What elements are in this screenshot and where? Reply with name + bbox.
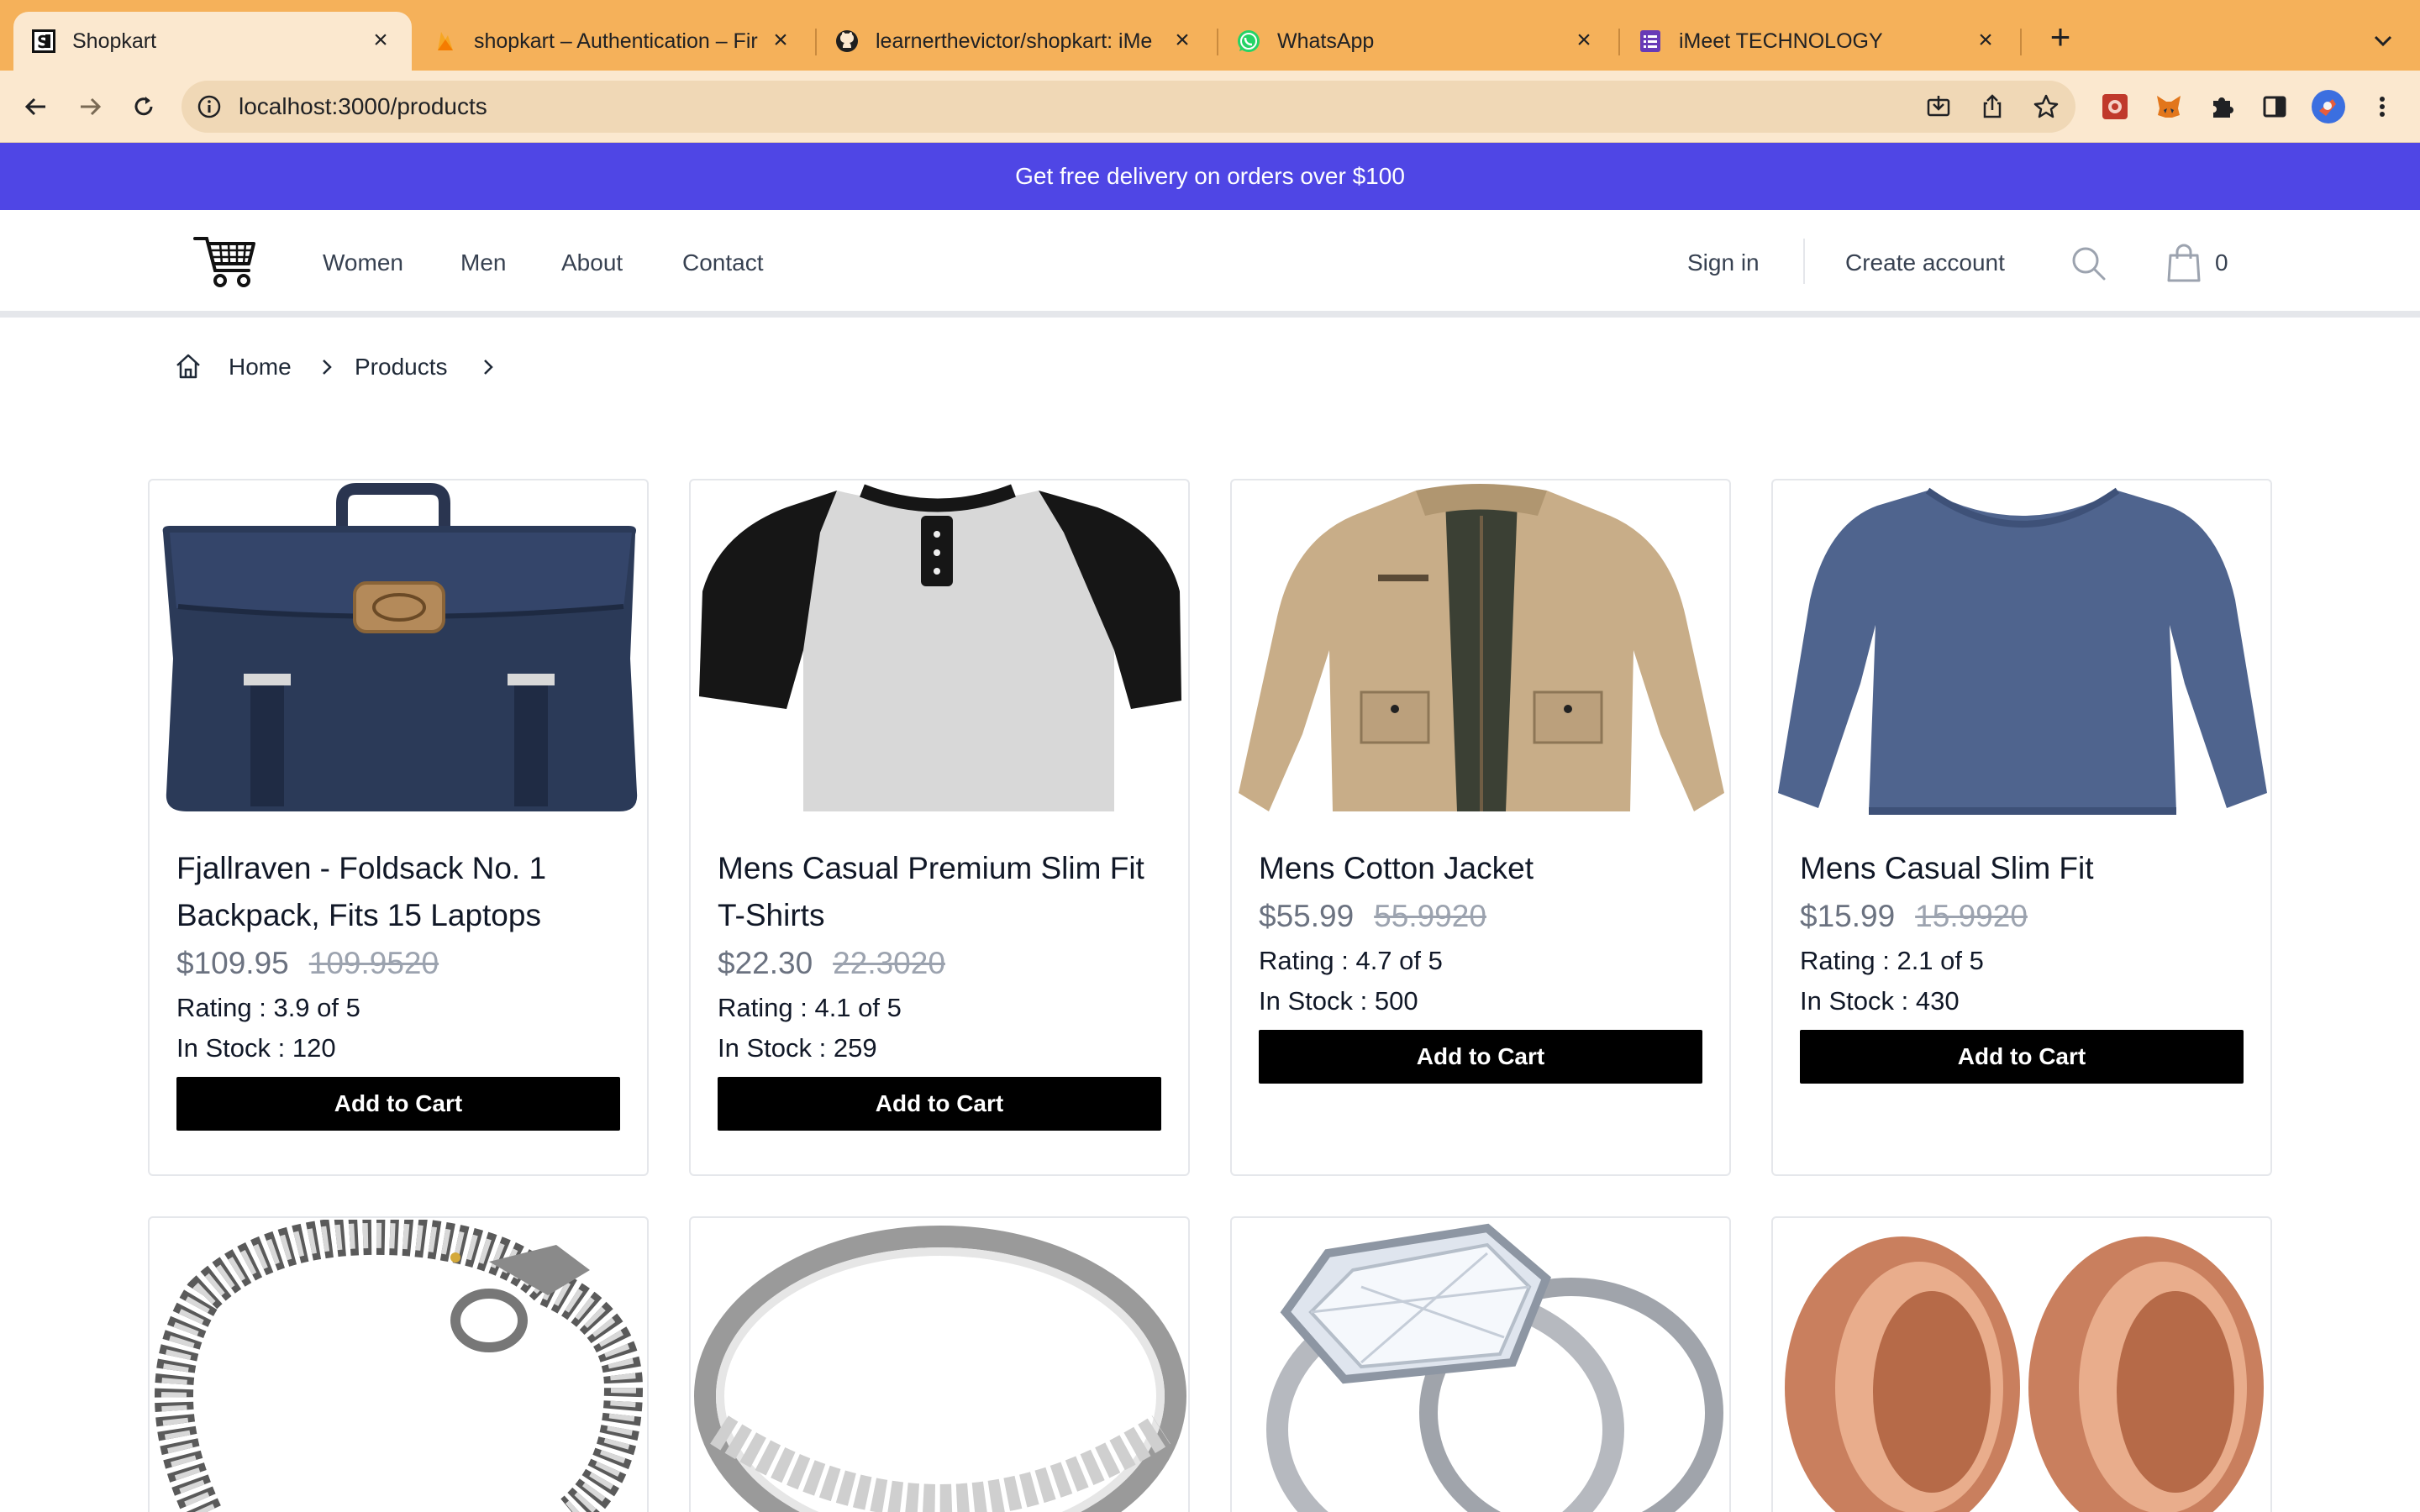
side-panel-icon[interactable] [2257, 89, 2292, 124]
product-card[interactable] [689, 1216, 1190, 1512]
install-icon[interactable] [1923, 91, 1954, 123]
product-stock: In Stock : 259 [718, 1033, 877, 1063]
product-old-price: 109.9520 [308, 946, 439, 980]
arrow-left-icon [24, 97, 45, 116]
tab-title: shopkart – Authentication – Fir [474, 29, 758, 53]
sign-in-link[interactable]: Sign in [1687, 249, 1760, 277]
chevron-right-icon [314, 354, 339, 380]
close-icon[interactable]: × [1973, 28, 1998, 54]
close-icon[interactable]: × [1571, 28, 1597, 54]
product-name[interactable]: Mens Casual Premium Slim Fit T-Shirts [718, 845, 1171, 939]
product-card[interactable] [1771, 1216, 2272, 1512]
product-rating: Rating : 2.1 of 5 [1800, 946, 1984, 975]
home-icon[interactable] [173, 351, 203, 381]
nav-men[interactable]: Men [460, 249, 506, 277]
nav-contact[interactable]: Contact [682, 249, 764, 277]
product-rating: Rating : 3.9 of 5 [176, 993, 360, 1022]
more-menu-icon[interactable] [2365, 89, 2400, 124]
forward-button[interactable] [71, 87, 109, 126]
tab-title: WhatsApp [1277, 29, 1375, 53]
search-icon[interactable] [2069, 244, 2107, 282]
tab-title: iMeet TECHNOLOGY [1679, 29, 1883, 53]
reload-button[interactable] [124, 87, 163, 126]
product-card[interactable] [1230, 1216, 1731, 1512]
form-icon [1637, 28, 1664, 55]
firebase-icon [432, 28, 459, 55]
beige-jacket-image[interactable] [1235, 482, 1728, 815]
product-name[interactable]: Fjallraven - Foldsack No. 1 Backpack, Fi… [176, 845, 630, 939]
raglan-tshirt-image[interactable] [694, 482, 1186, 815]
metamask-fox-icon[interactable] [2151, 89, 2186, 124]
tab-title: Shopkart [72, 29, 157, 53]
tab-firebase[interactable]: shopkart – Authentication – Fir × [415, 12, 812, 71]
arrow-right-icon [81, 97, 102, 116]
shopkart-favicon-icon: S [30, 28, 57, 55]
silver-ring-image[interactable] [694, 1220, 1186, 1512]
product-old-price: 22.3020 [833, 946, 945, 980]
product-name[interactable]: Mens Cotton Jacket [1259, 845, 1712, 892]
product-card[interactable]: Mens Casual Premium Slim Fit T-Shirts $2… [689, 479, 1190, 1176]
reload-icon [134, 97, 153, 116]
chevron-down-icon[interactable] [2368, 25, 2398, 55]
close-icon[interactable]: × [768, 28, 793, 54]
new-tab-button[interactable]: + [2044, 19, 2077, 55]
product-card[interactable]: Fjallraven - Foldsack No. 1 Backpack, Fi… [148, 479, 649, 1176]
profile-avatar[interactable] [2311, 89, 2346, 124]
puzzle-icon[interactable] [2205, 89, 2240, 124]
close-icon[interactable]: × [1170, 28, 1195, 54]
close-icon[interactable]: × [368, 28, 393, 54]
tab-shopkart[interactable]: S Shopkart × [13, 12, 412, 71]
navy-backpack-image[interactable] [153, 482, 645, 815]
product-price: $109.95 [176, 946, 289, 980]
dragon-bracelet-image[interactable] [153, 1220, 645, 1512]
cart-logo-icon[interactable] [192, 232, 259, 289]
nav-women[interactable]: Women [323, 249, 403, 277]
back-button[interactable] [17, 87, 55, 126]
product-name[interactable]: Mens Casual Slim Fit [1800, 845, 2254, 892]
extension-red-icon[interactable] [2097, 89, 2133, 124]
github-icon [834, 28, 860, 55]
bookmark-star-icon[interactable] [2030, 91, 2062, 123]
product-stock: In Stock : 120 [176, 1033, 336, 1063]
create-account-link[interactable]: Create account [1845, 249, 2005, 277]
url-text[interactable]: localhost:3000/products [239, 92, 487, 121]
cart-count: 0 [2215, 249, 2228, 276]
breadcrumb-products[interactable]: Products [355, 353, 448, 381]
product-price: $15.99 [1800, 899, 1896, 933]
add-to-cart-button[interactable]: Add to Cart [1800, 1030, 2244, 1084]
product-old-price: 15.9920 [1915, 899, 2028, 933]
tab-github[interactable]: learnerthevictor/shopkart: iMe × [817, 12, 1213, 71]
shopping-bag-icon[interactable] [2165, 242, 2203, 284]
header-divider [1803, 239, 1805, 284]
add-to-cart-button[interactable]: Add to Cart [176, 1077, 620, 1131]
promo-banner: Get free delivery on orders over $100 [0, 143, 2420, 210]
breadcrumb-home[interactable]: Home [229, 353, 292, 381]
product-rating: Rating : 4.1 of 5 [718, 993, 902, 1022]
product-stock: In Stock : 500 [1259, 986, 1418, 1016]
whatsapp-icon [1235, 28, 1262, 55]
add-to-cart-button[interactable]: Add to Cart [718, 1077, 1161, 1131]
add-to-cart-button[interactable]: Add to Cart [1259, 1030, 1702, 1084]
chevron-right-icon [476, 354, 501, 380]
tab-whatsapp[interactable]: WhatsApp × [1218, 12, 1615, 71]
product-card[interactable]: Mens Casual Slim Fit $15.99 15.9920 Ratin… [1771, 479, 2272, 1176]
nav-about[interactable]: About [561, 249, 623, 277]
product-card[interactable] [148, 1216, 649, 1512]
tab-title: learnerthevictor/shopkart: iMe [876, 29, 1153, 53]
share-icon[interactable] [1976, 91, 2008, 123]
product-stock: In Stock : 430 [1800, 986, 1960, 1016]
product-price: $22.30 [718, 946, 813, 980]
rose-gold-tunnel-image[interactable] [1776, 1220, 2269, 1512]
diamond-ring-image[interactable] [1235, 1220, 1728, 1512]
info-icon[interactable] [195, 92, 224, 121]
product-old-price: 55.9920 [1374, 899, 1486, 933]
product-rating: Rating : 4.7 of 5 [1259, 946, 1443, 975]
product-price: $55.99 [1259, 899, 1355, 933]
tab-imeet[interactable]: iMeet TECHNOLOGY × [1620, 12, 2017, 71]
product-card[interactable]: Mens Cotton Jacket $55.99 55.9920 Rating … [1230, 479, 1731, 1176]
blue-longsleeve-image[interactable] [1776, 482, 2269, 815]
tab-separator [2020, 29, 2022, 55]
